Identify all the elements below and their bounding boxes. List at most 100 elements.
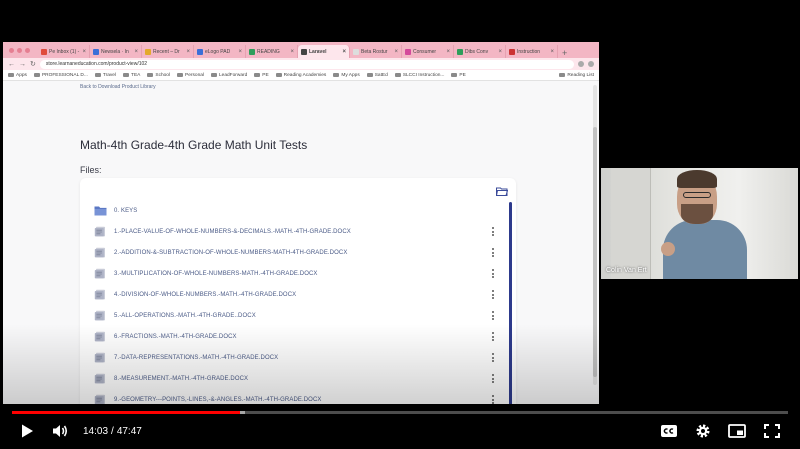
tab-favicon-icon — [509, 48, 515, 55]
reading-list-icon — [559, 73, 566, 77]
close-tab-icon: × — [498, 48, 502, 55]
folder-row[interactable]: 0. KEYS — [88, 200, 506, 221]
more-options-icon[interactable] — [492, 290, 494, 299]
progress-bar[interactable] — [12, 411, 788, 414]
reload-icon: ↻ — [30, 61, 36, 68]
bookmark-item: Personal — [177, 73, 204, 78]
page-scrollbar-thumb — [593, 127, 597, 377]
more-options-icon[interactable] — [492, 374, 494, 383]
file-name: 5.-ALL-OPERATIONS.-MATH.-4TH-GRADE..DOCX — [114, 312, 256, 319]
extension-icon — [578, 61, 584, 67]
player-controls: 14:03/47:47 — [0, 416, 800, 446]
bookmark-folder-icon — [366, 73, 373, 77]
bookmark-label: Travel — [102, 72, 117, 78]
minimize-window-icon — [17, 47, 22, 53]
bookmark-label: SatEd — [374, 72, 388, 78]
close-tab-icon: × — [550, 48, 554, 55]
play-icon — [22, 424, 33, 438]
more-options-icon[interactable] — [492, 353, 494, 362]
document-icon — [94, 352, 105, 363]
breadcrumb: Back to Download Product Library — [80, 84, 156, 90]
tab-favicon-icon — [41, 48, 47, 55]
bookmark-folder-icon — [33, 73, 40, 77]
file-row[interactable]: 9.-GEOMETRY---POINTS,-LINES,-&-ANGLES.-M… — [88, 389, 506, 404]
tab-favicon-icon — [93, 48, 99, 55]
bookmark-label: LeadForward — [218, 72, 248, 78]
bookmark-folder-icon — [254, 73, 261, 77]
more-options-icon[interactable] — [492, 248, 494, 257]
file-row[interactable]: 3.-MULTIPLICATION-OF-WHOLE-NUMBERS-MATH.… — [88, 263, 506, 284]
current-time: 14:03 — [83, 426, 109, 437]
bookmarks-bar: Apps PROFESSIONAL D... Travel TEA School Pers… — [3, 70, 599, 81]
bookmark-item: LeadForward — [210, 72, 248, 78]
browser-tab: eLogo PAD × — [194, 45, 246, 58]
fullscreen-button[interactable] — [763, 423, 781, 439]
file-row[interactable]: 1.-PLACE-VALUE-OF-WHOLE-NUMBERS-&-DECIMA… — [88, 221, 506, 242]
fullscreen-icon — [764, 424, 780, 438]
close-tab-icon: × — [290, 48, 294, 55]
file-row[interactable]: 6.-FRACTIONS.-MATH.-4TH-GRADE.DOCX — [88, 326, 506, 347]
tab-favicon-icon — [405, 48, 411, 55]
bookmark-item: Travel — [94, 72, 117, 78]
browser-tab-label: Newsela · In — [101, 48, 129, 55]
video-player[interactable]: Pe Inbox (1) - × Newsela · In × Recent – Dr ×… — [0, 0, 800, 449]
bookmark-label: PE — [459, 72, 466, 78]
files-label: Files: — [80, 165, 102, 175]
more-options-icon[interactable] — [492, 269, 494, 278]
webcam-door — [611, 168, 651, 279]
reading-list: Reading List — [559, 73, 594, 78]
document-icon — [94, 373, 105, 384]
bookmark-item: PROFESSIONAL D... — [33, 73, 88, 78]
presenter-hand — [661, 242, 675, 256]
file-name: 4.-DIVISION-OF-WHOLE-NUMBERS.-MATH.-4TH-… — [114, 291, 297, 298]
more-options-icon[interactable] — [492, 311, 494, 320]
tab-favicon-icon — [249, 48, 255, 55]
file-name: 2.-ADDITION-&-SUBTRACTION-OF-WHOLE-NUMBE… — [114, 249, 348, 256]
more-options-icon[interactable] — [492, 332, 494, 341]
captions-button[interactable] — [660, 423, 678, 439]
browser-tab-label: Consumer — [413, 48, 437, 55]
play-button[interactable] — [18, 423, 36, 439]
file-name: 9.-GEOMETRY---POINTS,-LINES,-&-ANGLES.-M… — [114, 396, 322, 403]
presenter-hair — [677, 170, 717, 188]
file-row[interactable]: 2.-ADDITION-&-SUBTRACTION-OF-WHOLE-NUMBE… — [88, 242, 506, 263]
bookmark-item: Apps — [8, 73, 27, 78]
bookmark-folder-icon — [177, 73, 184, 77]
bookmark-item: PE — [451, 72, 466, 78]
browser-tab: READING × — [246, 45, 298, 58]
close-tab-icon: × — [186, 48, 190, 55]
folder-icon — [94, 206, 107, 216]
browser-tab: Laravel × — [298, 45, 350, 58]
bookmark-folder-icon — [451, 73, 458, 77]
file-row[interactable]: 5.-ALL-OPERATIONS.-MATH.-4TH-GRADE..DOCX — [88, 305, 506, 326]
miniplayer-button[interactable] — [728, 423, 746, 439]
bookmark-label: Reading Academies — [283, 72, 327, 78]
file-name: 8.-MEASUREMENT.-MATH.-4TH-GRADE.DOCX — [114, 375, 249, 382]
close-tab-icon: × — [134, 48, 138, 55]
more-options-icon[interactable] — [492, 395, 494, 404]
bookmark-item: PE — [254, 72, 269, 78]
document-icon — [94, 268, 105, 279]
more-options-icon[interactable] — [492, 227, 494, 236]
file-row[interactable]: 7.-DATA-REPRESENTATIONS.-MATH.-4TH-GRADE… — [88, 347, 506, 368]
file-browser-card: 0. KEYS 1.-PLACE-VALUE-OF-WHOLE-NUMBERS-&… — [80, 178, 516, 404]
browser-tab-label: eLogo PAD — [205, 48, 231, 55]
tab-favicon-icon — [145, 48, 151, 55]
file-list-scrollbar — [509, 202, 512, 404]
document-icon — [94, 394, 105, 404]
address-bar-row: ← → ↻ store.learnaneducation.com/product… — [3, 58, 599, 70]
bookmark-label: SLCCI Instruction... — [402, 72, 445, 78]
file-row[interactable]: 4.-DIVISION-OF-WHOLE-NUMBERS.-MATH.-4TH-… — [88, 284, 506, 305]
reading-list-label: Reading List — [567, 72, 594, 78]
bookmark-item: School — [147, 73, 170, 78]
presenter-glasses — [683, 192, 711, 198]
forward-arrow-icon: → — [19, 60, 26, 68]
volume-button[interactable] — [51, 423, 69, 439]
settings-button[interactable] — [694, 423, 712, 439]
file-row[interactable]: 8.-MEASUREMENT.-MATH.-4TH-GRADE.DOCX — [88, 368, 506, 389]
browser-tab: Instruction × — [506, 45, 558, 58]
volume-icon — [53, 425, 68, 437]
page-scrollbar — [593, 85, 597, 385]
bookmark-folder-icon — [394, 73, 401, 77]
bookmark-label: PE — [262, 72, 269, 78]
